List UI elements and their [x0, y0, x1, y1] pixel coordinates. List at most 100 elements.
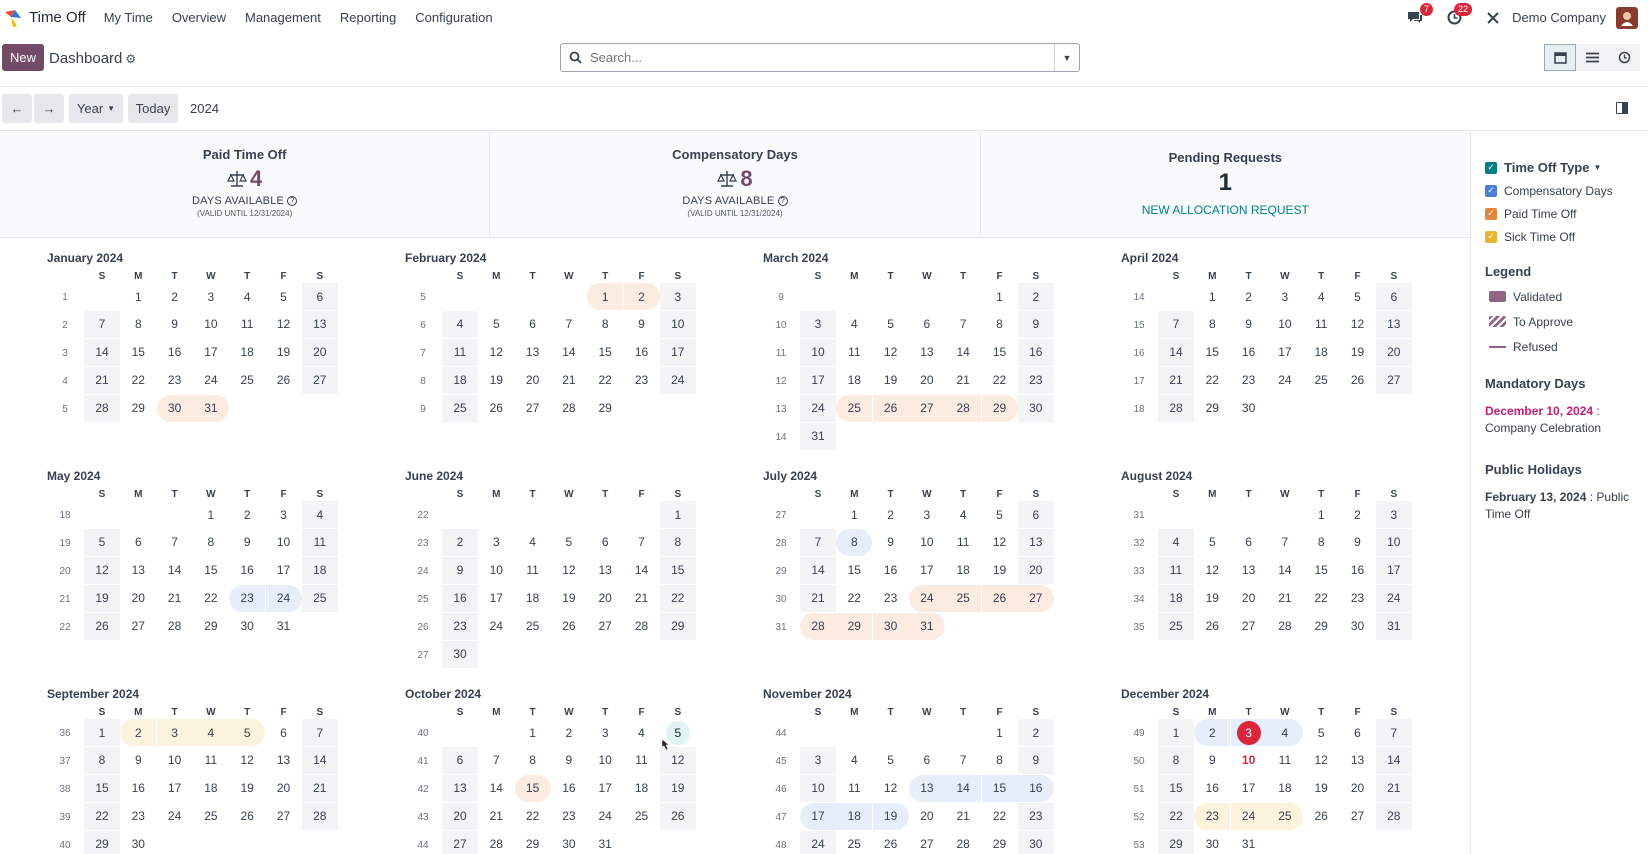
company-name[interactable]: Demo Company: [1512, 10, 1606, 25]
day-cell[interactable]: 18: [1158, 584, 1194, 612]
day-cell[interactable]: 24: [1267, 367, 1303, 394]
day-cell[interactable]: 1: [1194, 283, 1230, 310]
day-cell[interactable]: 7: [1375, 719, 1412, 746]
day-cell[interactable]: 13: [1017, 528, 1054, 556]
day-cell[interactable]: 27: [301, 366, 338, 394]
day-cell[interactable]: 2: [1017, 719, 1054, 746]
day-cell[interactable]: 1: [1303, 501, 1339, 528]
day-cell[interactable]: 5: [1340, 283, 1376, 310]
day-cell[interactable]: 18: [301, 556, 338, 584]
day-cell[interactable]: 29: [515, 831, 551, 854]
day-cell[interactable]: 2: [1017, 283, 1054, 310]
help-icon[interactable]: ?: [777, 196, 788, 207]
day-cell[interactable]: 11: [301, 528, 338, 556]
day-cell[interactable]: 17: [800, 802, 836, 830]
day-cell[interactable]: 28: [1375, 802, 1412, 830]
day-cell[interactable]: 14: [301, 746, 338, 774]
day-cell[interactable]: 11: [836, 339, 872, 366]
day-cell[interactable]: 20: [266, 775, 302, 802]
day-cell[interactable]: 29: [84, 830, 120, 854]
day-cell[interactable]: 30: [1340, 613, 1376, 640]
day-cell[interactable]: 8: [84, 746, 120, 774]
day-cell[interactable]: 14: [157, 557, 193, 584]
day-cell[interactable]: 15: [587, 339, 623, 366]
day-cell[interactable]: 11: [1158, 556, 1194, 584]
day-cell[interactable]: 11: [624, 747, 660, 774]
day-cell[interactable]: 31: [1375, 612, 1412, 640]
day-cell[interactable]: 30: [1231, 395, 1267, 422]
day-cell[interactable]: 9: [1017, 746, 1054, 774]
day-cell[interactable]: 1: [1158, 719, 1194, 746]
day-cell[interactable]: 7: [1158, 310, 1194, 338]
day-cell[interactable]: 18: [1267, 775, 1303, 802]
day-cell[interactable]: 3: [156, 719, 193, 746]
day-cell[interactable]: 24: [908, 584, 945, 612]
day-cell[interactable]: 23: [551, 803, 587, 830]
day-cell[interactable]: 26: [1340, 367, 1376, 394]
previous-button[interactable]: ←: [2, 94, 32, 123]
day-cell[interactable]: 27: [1375, 366, 1412, 394]
day-cell[interactable]: 17: [909, 557, 945, 584]
day-cell[interactable]: 11: [442, 338, 478, 366]
day-cell[interactable]: 18: [193, 775, 229, 802]
day-cell[interactable]: 7: [478, 747, 514, 774]
day-cell[interactable]: 24: [478, 613, 514, 640]
day-cell[interactable]: 7: [84, 310, 120, 338]
day-cell[interactable]: 13: [120, 557, 156, 584]
day-cell[interactable]: 10: [1231, 747, 1267, 774]
day-cell[interactable]: 15: [120, 339, 156, 366]
day-cell[interactable]: 2: [229, 501, 265, 528]
day-cell[interactable]: 4: [515, 529, 551, 556]
day-cell[interactable]: 13: [1375, 310, 1412, 338]
day-cell[interactable]: 12: [229, 747, 265, 774]
day-cell[interactable]: 13: [1340, 747, 1376, 774]
day-cell[interactable]: 24: [1375, 584, 1412, 612]
day-cell[interactable]: 28: [478, 831, 514, 854]
day-cell[interactable]: 9: [120, 747, 156, 774]
day-cell[interactable]: 20: [909, 367, 945, 394]
day-cell[interactable]: 1: [193, 501, 229, 528]
day-cell[interactable]: 27: [587, 613, 623, 640]
day-cell[interactable]: 8: [982, 747, 1018, 774]
day-cell[interactable]: 6: [301, 283, 338, 310]
day-cell[interactable]: 24: [1230, 802, 1267, 830]
day-cell[interactable]: 6: [587, 529, 623, 556]
day-cell[interactable]: 17: [157, 775, 193, 802]
day-cell[interactable]: 26: [266, 367, 302, 394]
day-cell[interactable]: 7: [301, 719, 338, 746]
day-cell[interactable]: 22: [84, 802, 120, 830]
day-cell[interactable]: 9: [1194, 747, 1230, 774]
day-cell[interactable]: 29: [981, 394, 1018, 422]
day-cell[interactable]: 21: [84, 366, 120, 394]
day-cell[interactable]: 17: [1231, 775, 1267, 802]
day-cell[interactable]: 19: [478, 367, 514, 394]
day-cell[interactable]: 9: [1231, 311, 1267, 338]
day-cell[interactable]: 14: [624, 557, 660, 584]
day-cell[interactable]: 19: [84, 584, 120, 612]
day-cell[interactable]: 16: [157, 339, 193, 366]
day-cell[interactable]: 3: [800, 746, 836, 774]
day-cell[interactable]: 1: [659, 501, 696, 528]
day-cell[interactable]: 15: [1158, 774, 1194, 802]
day-cell[interactable]: 5: [229, 719, 266, 746]
day-cell[interactable]: 18: [836, 802, 873, 830]
day-cell[interactable]: 17: [800, 366, 836, 394]
app-brand[interactable]: Time Off: [3, 8, 86, 28]
day-cell[interactable]: 18: [836, 367, 872, 394]
day-cell[interactable]: 4: [1303, 283, 1339, 310]
day-cell[interactable]: 13: [266, 747, 302, 774]
day-cell[interactable]: 24: [800, 394, 836, 422]
day-cell[interactable]: 17: [478, 585, 514, 612]
day-cell[interactable]: 25: [1266, 802, 1303, 830]
day-cell[interactable]: 6: [1340, 719, 1376, 746]
day-cell[interactable]: 21: [157, 585, 193, 612]
day-cell[interactable]: 14: [84, 338, 120, 366]
gear-icon[interactable]: ⚙: [125, 52, 136, 66]
day-cell[interactable]: 23: [873, 585, 909, 612]
day-cell[interactable]: 21: [551, 367, 587, 394]
day-cell[interactable]: 16: [551, 775, 587, 802]
day-cell[interactable]: 3: [1267, 283, 1303, 310]
new-allocation-request-link[interactable]: NEW ALLOCATION REQUEST: [981, 203, 1470, 217]
day-cell[interactable]: 8: [836, 528, 873, 556]
day-cell[interactable]: 29: [659, 612, 696, 640]
